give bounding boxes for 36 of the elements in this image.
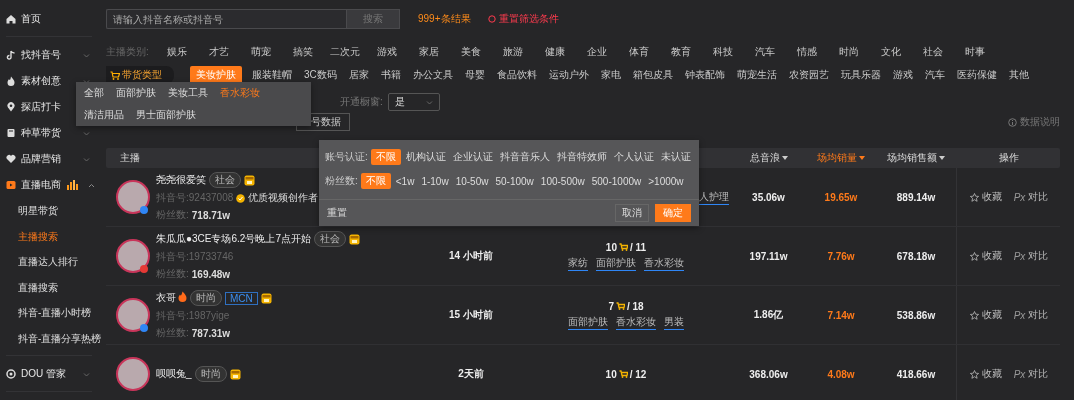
result-count: 999+条结果: [418, 12, 471, 26]
mcn-tag: MCN: [225, 291, 258, 305]
category-tag: 社会: [209, 172, 241, 188]
live-time: 14 小时前: [449, 249, 493, 263]
fans-count: 718.71w: [191, 209, 231, 221]
live-goods-count: 10: [605, 241, 617, 253]
all-goods-count: / 12: [629, 368, 647, 380]
column-header: 主播: [120, 151, 140, 165]
category-tag: 时尚: [194, 366, 227, 382]
total-gifts: 197.11w: [749, 250, 788, 262]
filter-label: 账号认证:: [325, 150, 368, 164]
filter-label: 开通橱窗:: [340, 95, 383, 109]
avg-sales: 7.76w: [827, 250, 855, 262]
column-header: 操作: [998, 151, 1019, 165]
category-tag: 时尚: [190, 290, 222, 306]
all-goods-count: / 18: [626, 300, 644, 312]
live-goods-count: 10: [605, 368, 617, 380]
fans-count: 169.48w: [191, 268, 231, 280]
all-goods-count: / 11: [630, 241, 647, 253]
avg-sales: 7.14w: [827, 309, 855, 321]
total-gifts: 1.86亿: [753, 308, 784, 322]
avg-revenue: 889.14w: [896, 191, 936, 203]
total-gifts: 368.06w: [749, 368, 788, 380]
avg-revenue: 678.18w: [896, 250, 936, 262]
fans-count: 787.31w: [191, 327, 231, 339]
avg-revenue: 418.66w: [896, 368, 936, 380]
total-gifts: 35.06w: [752, 191, 785, 203]
creator-honor: 优质视频创作者: [248, 191, 319, 205]
live-time: 15 小时前: [449, 308, 493, 322]
avg-revenue: 538.86w: [896, 309, 936, 321]
avg-sales: 4.08w: [827, 368, 855, 380]
filter-label: 粉丝数:: [325, 174, 358, 188]
live-time: 2天前: [458, 367, 484, 381]
avg-sales: 19.65w: [824, 191, 858, 203]
category-tag: 社会: [313, 231, 346, 247]
live-goods-count: 7: [608, 300, 614, 312]
